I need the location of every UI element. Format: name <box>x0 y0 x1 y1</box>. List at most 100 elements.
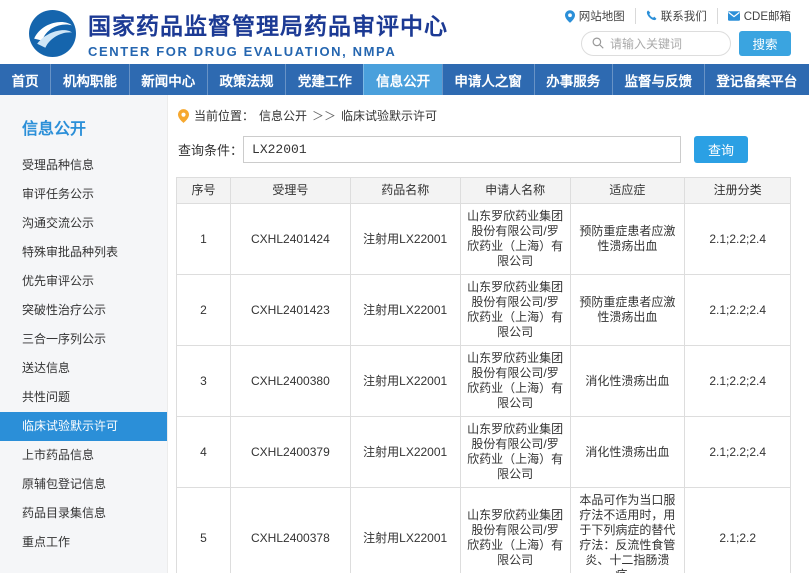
top-header: 国家药品监督管理局药品审评中心 CENTER FOR DRUG EVALUATI… <box>0 0 809 64</box>
contact-link[interactable]: 联系我们 <box>635 8 717 24</box>
results-table: 序号受理号药品名称申请人名称适应症注册分类 1CXHL2401424注射用LX2… <box>176 177 791 573</box>
breadcrumb: 当前位置： 信息公开 ＞＞ 临床试验默示许可 <box>178 107 791 124</box>
table-cell: 注射用LX22001 <box>350 204 460 275</box>
mailbox-label: CDE邮箱 <box>744 8 791 24</box>
nav-item-5[interactable]: 信息公开 <box>363 64 441 95</box>
table-row: 1CXHL2401424注射用LX22001山东罗欣药业集团股份有限公司/罗欣药… <box>177 204 791 275</box>
table-cell: 山东罗欣药业集团股份有限公司/罗欣药业（上海）有限公司 <box>460 204 570 275</box>
query-form: 查询条件： 查询 <box>178 136 791 163</box>
table-cell: 2 <box>177 275 231 346</box>
column-header: 序号 <box>177 178 231 204</box>
column-header: 注册分类 <box>685 178 791 204</box>
header-right: 网站地图 联系我们 <box>555 8 791 56</box>
cde-logo-icon <box>28 9 77 58</box>
site-subtitle: CENTER FOR DRUG EVALUATION, NMPA <box>88 44 448 59</box>
sidebar: 信息公开 受理品种信息审评任务公示沟通交流公示特殊审批品种列表优先审评公示突破性… <box>0 95 168 573</box>
sidebar-item-1[interactable]: 审评任务公示 <box>0 180 167 209</box>
breadcrumb-prefix: 当前位置： <box>194 107 254 124</box>
table-cell: 山东罗欣药业集团股份有限公司/罗欣药业（上海）有限公司 <box>460 346 570 417</box>
mail-icon <box>728 10 740 22</box>
sidebar-item-11[interactable]: 原辅包登记信息 <box>0 470 167 499</box>
table-cell: 2.1;2.2;2.4 <box>685 346 791 417</box>
sidebar-menu: 受理品种信息审评任务公示沟通交流公示特殊审批品种列表优先审评公示突破性治疗公示三… <box>0 151 167 557</box>
sidebar-item-13[interactable]: 重点工作 <box>0 528 167 557</box>
content: 信息公开 受理品种信息审评任务公示沟通交流公示特殊审批品种列表优先审评公示突破性… <box>0 95 809 573</box>
table-cell: 消化性溃疡出血 <box>570 346 685 417</box>
contact-label: 联系我们 <box>661 8 707 24</box>
table-cell: CXHL2400379 <box>231 417 351 488</box>
nav-item-2[interactable]: 新闻中心 <box>129 64 207 95</box>
table-cell: 注射用LX22001 <box>350 346 460 417</box>
nav-item-9[interactable]: 登记备案平台 <box>704 64 809 95</box>
search-icon <box>592 35 604 53</box>
table-cell: 2.1;2.2;2.4 <box>685 204 791 275</box>
page: 国家药品监督管理局药品审评中心 CENTER FOR DRUG EVALUATI… <box>0 0 809 573</box>
column-header: 受理号 <box>231 178 351 204</box>
table-cell: 2.1;2.2;2.4 <box>685 275 791 346</box>
sidebar-item-5[interactable]: 突破性治疗公示 <box>0 296 167 325</box>
header-search: 搜索 <box>581 31 791 56</box>
table-cell: 3 <box>177 346 231 417</box>
location-pin-icon <box>178 108 189 123</box>
table-cell: 山东罗欣药业集团股份有限公司/罗欣药业（上海）有限公司 <box>460 488 570 573</box>
sidebar-title: 信息公开 <box>0 109 167 151</box>
table-cell: 注射用LX22001 <box>350 488 460 573</box>
column-header: 申请人名称 <box>460 178 570 204</box>
table-cell: 2.1;2.2 <box>685 488 791 573</box>
site-title: 国家药品监督管理局药品审评中心 <box>88 7 448 41</box>
table-cell: 预防重症患者应激性溃疡出血 <box>570 204 685 275</box>
query-button[interactable]: 查询 <box>694 136 748 163</box>
table-cell: 预防重症患者应激性溃疡出血 <box>570 275 685 346</box>
breadcrumb-current: 临床试验默示许可 <box>341 107 437 124</box>
table-cell: 山东罗欣药业集团股份有限公司/罗欣药业（上海）有限公司 <box>460 417 570 488</box>
quick-links: 网站地图 联系我们 <box>555 8 791 24</box>
breadcrumb-separator: ＞＞ <box>312 107 336 124</box>
search-input[interactable] <box>610 37 720 51</box>
table-cell: CXHL2400380 <box>231 346 351 417</box>
nav-item-8[interactable]: 监督与反馈 <box>612 64 704 95</box>
mailbox-link[interactable]: CDE邮箱 <box>717 8 791 24</box>
table-row: 3CXHL2400380注射用LX22001山东罗欣药业集团股份有限公司/罗欣药… <box>177 346 791 417</box>
sidebar-item-2[interactable]: 沟通交流公示 <box>0 209 167 238</box>
search-button[interactable]: 搜索 <box>739 31 791 56</box>
search-box[interactable] <box>581 31 731 56</box>
sitemap-link[interactable]: 网站地图 <box>555 8 635 24</box>
table-cell: 注射用LX22001 <box>350 275 460 346</box>
table-cell: 山东罗欣药业集团股份有限公司/罗欣药业（上海）有限公司 <box>460 275 570 346</box>
map-pin-icon <box>565 10 575 23</box>
nav-item-1[interactable]: 机构职能 <box>50 64 128 95</box>
nav-item-6[interactable]: 申请人之窗 <box>442 64 534 95</box>
table-cell: CXHL2401424 <box>231 204 351 275</box>
table-row: 4CXHL2400379注射用LX22001山东罗欣药业集团股份有限公司/罗欣药… <box>177 417 791 488</box>
nav-item-7[interactable]: 办事服务 <box>534 64 612 95</box>
sidebar-item-9[interactable]: 临床试验默示许可 <box>0 412 167 441</box>
sidebar-item-0[interactable]: 受理品种信息 <box>0 151 167 180</box>
sidebar-item-8[interactable]: 共性问题 <box>0 383 167 412</box>
nav-item-4[interactable]: 党建工作 <box>285 64 363 95</box>
column-header: 药品名称 <box>350 178 460 204</box>
table-cell: CXHL2401423 <box>231 275 351 346</box>
breadcrumb-section[interactable]: 信息公开 <box>259 107 307 124</box>
table-cell: 5 <box>177 488 231 573</box>
table-body: 1CXHL2401424注射用LX22001山东罗欣药业集团股份有限公司/罗欣药… <box>177 204 791 573</box>
nav-item-0[interactable]: 首页 <box>0 64 50 95</box>
main-panel: 当前位置： 信息公开 ＞＞ 临床试验默示许可 查询条件： 查询 序号受理号药品名… <box>168 95 809 573</box>
sitemap-label: 网站地图 <box>579 8 625 24</box>
sidebar-item-6[interactable]: 三合一序列公示 <box>0 325 167 354</box>
main-nav: 首页机构职能新闻中心政策法规党建工作信息公开申请人之窗办事服务监督与反馈登记备案… <box>0 64 809 95</box>
sidebar-item-3[interactable]: 特殊审批品种列表 <box>0 238 167 267</box>
nav-item-3[interactable]: 政策法规 <box>207 64 285 95</box>
table-cell: 本品可作为当口服疗法不适用时，用于下列病症的替代疗法：反流性食管炎、十二指肠溃疡… <box>570 488 685 573</box>
brand: 国家药品监督管理局药品审评中心 CENTER FOR DRUG EVALUATI… <box>28 7 448 59</box>
column-header: 适应症 <box>570 178 685 204</box>
sidebar-item-7[interactable]: 送达信息 <box>0 354 167 383</box>
table-header-row: 序号受理号药品名称申请人名称适应症注册分类 <box>177 178 791 204</box>
sidebar-item-12[interactable]: 药品目录集信息 <box>0 499 167 528</box>
sidebar-item-4[interactable]: 优先审评公示 <box>0 267 167 296</box>
query-input[interactable] <box>243 136 681 163</box>
sidebar-item-10[interactable]: 上市药品信息 <box>0 441 167 470</box>
table-row: 5CXHL2400378注射用LX22001山东罗欣药业集团股份有限公司/罗欣药… <box>177 488 791 573</box>
table-cell: 消化性溃疡出血 <box>570 417 685 488</box>
phone-icon <box>646 10 657 22</box>
table-cell: 2.1;2.2;2.4 <box>685 417 791 488</box>
